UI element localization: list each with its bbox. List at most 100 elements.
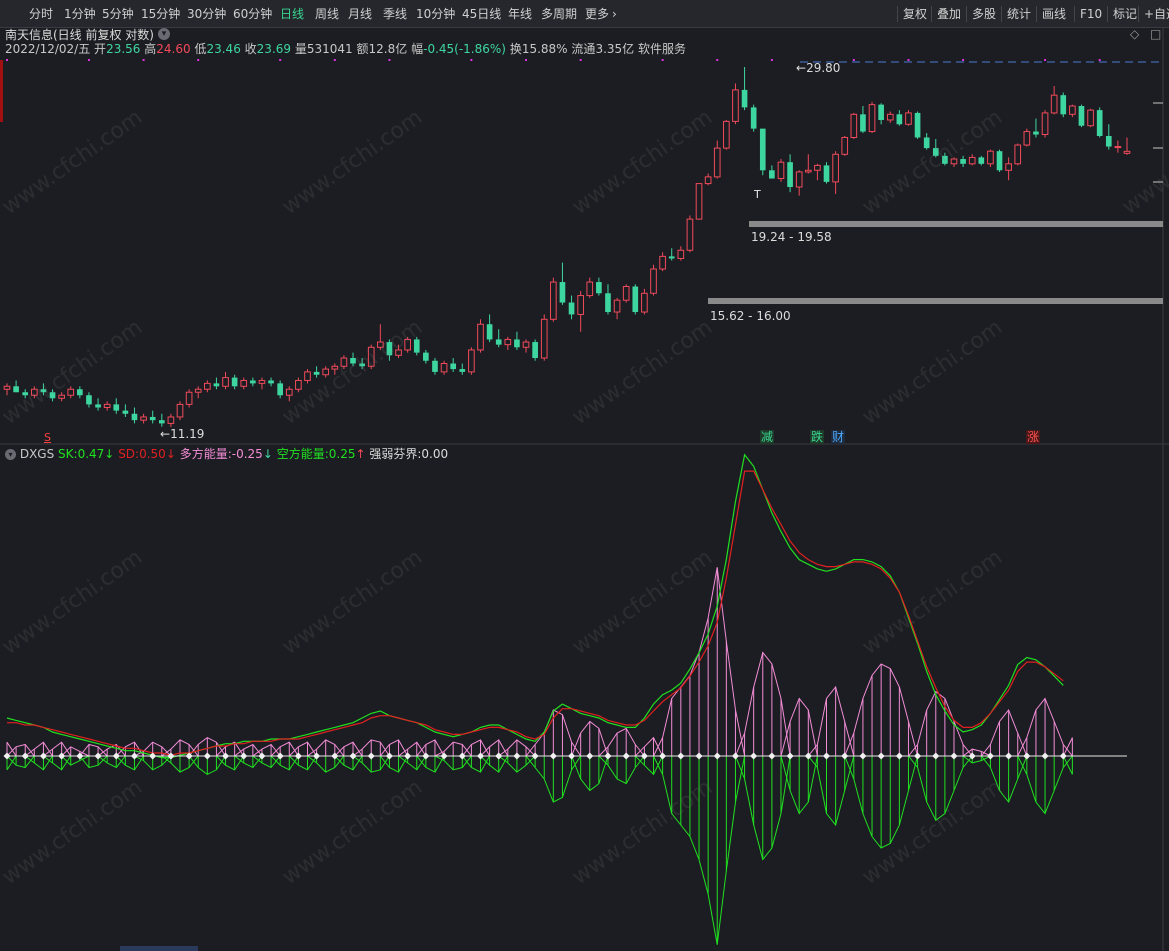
zero-diamond (841, 752, 849, 760)
zone-lower-label: 15.62 - 16.00 (710, 309, 791, 323)
candle-body-up (258, 379, 266, 384)
candle-body-down (1105, 135, 1112, 147)
candle-body-up (732, 89, 739, 122)
top-dot-marker (333, 59, 336, 61)
zero-diamond (731, 752, 739, 760)
candle-body-down (450, 363, 457, 370)
candle-body-up (477, 323, 484, 351)
top-dot-marker (142, 59, 145, 61)
event-tag-finance[interactable]: 财 (831, 430, 846, 444)
zero-diamond (422, 752, 430, 760)
zero-diamond (1005, 752, 1013, 760)
candle-body-down (896, 114, 903, 125)
zero-diamond (222, 752, 230, 760)
candle-body-down (86, 395, 92, 405)
zero-diamond (1023, 752, 1031, 760)
event-tag-drop[interactable]: 跌 (810, 430, 825, 444)
candle-body-down (95, 404, 101, 408)
candle-body-up (1014, 144, 1022, 165)
kong-value: 0.25 (328, 447, 356, 461)
candle-body-down (559, 282, 566, 303)
top-dot-marker (770, 59, 773, 61)
zone-upper-label: 19.24 - 19.58 (751, 230, 832, 244)
zero-diamond (768, 752, 776, 760)
candle-body-down (1033, 131, 1039, 135)
candle-body-down (769, 170, 775, 179)
indicator-name[interactable]: DXGS (20, 447, 54, 461)
candle-body-down (231, 377, 238, 387)
candle-body-up (777, 161, 785, 180)
candle-body-up (522, 341, 530, 348)
candle-body-up (968, 156, 976, 165)
candle-body-up (550, 281, 557, 320)
candle-body-down (960, 159, 966, 164)
candle-body-down (1060, 95, 1067, 115)
zero-diamond (513, 752, 521, 760)
zero-diamond (823, 752, 831, 760)
zero-diamond (877, 752, 885, 760)
top-dot-marker (388, 59, 391, 61)
event-tag-reduce[interactable]: 减 (760, 430, 775, 444)
zero-diamond (404, 752, 412, 760)
event-tag-rise[interactable]: 涨 (1026, 430, 1041, 444)
candle-body-down (668, 256, 675, 259)
zero-diamond (568, 752, 576, 760)
zero-diamond (203, 752, 211, 760)
candle-body-up (176, 403, 184, 418)
candle-body-up (1069, 105, 1076, 115)
candle-body-down (250, 380, 256, 384)
candle-body-up (1087, 109, 1094, 127)
candle-body-down (486, 324, 493, 340)
candle-body-up (140, 416, 147, 421)
candle-body-down (532, 342, 538, 359)
candle-body-down (759, 128, 766, 171)
candle-body-down (423, 352, 429, 361)
candle-body-up (841, 136, 849, 155)
top-dot-marker (579, 59, 582, 61)
zero-diamond (440, 752, 448, 760)
zero-diamond (695, 752, 703, 760)
candle-body-down (113, 404, 120, 411)
candle-body-down (860, 114, 866, 132)
candle-body-down (1096, 110, 1103, 136)
zero-diamond (1059, 752, 1067, 760)
zero-diamond (385, 752, 393, 760)
candle-body-up (886, 113, 894, 121)
zero-diamond (659, 752, 667, 760)
top-dot-marker (962, 59, 965, 61)
sk-value: 0.47 (77, 447, 105, 461)
zero-diamond (750, 752, 758, 760)
candle-body-up (723, 120, 730, 149)
kline-chart[interactable] (0, 0, 1169, 951)
candle-body-up (194, 388, 202, 393)
candle-body-down (996, 151, 1003, 171)
candle-body-down (823, 165, 830, 182)
top-dot-marker (6, 59, 8, 61)
candle-body-down (978, 157, 985, 164)
candle-body-up (304, 371, 311, 381)
candle-body-down (923, 137, 930, 149)
zero-diamond (240, 752, 248, 760)
candle-body-down (1078, 105, 1085, 126)
zero-diamond (313, 752, 321, 760)
candle-body-down (787, 162, 793, 187)
left-marker-bar (0, 60, 3, 122)
zero-diamond (367, 752, 375, 760)
top-dot-marker (525, 59, 528, 61)
candle-body-down (605, 293, 611, 313)
candle-body-up (167, 416, 175, 424)
indicator-menu-icon[interactable]: ▾ (5, 449, 16, 460)
zero-diamond (932, 752, 940, 760)
zone-bar-upper (749, 221, 1163, 227)
scrollbar-thumb (120, 946, 198, 951)
top-dot-marker (907, 59, 910, 61)
candle-body-down (741, 89, 748, 108)
candle-body-up (795, 171, 803, 188)
candle-body-down (149, 416, 156, 421)
zero-diamond (986, 752, 994, 760)
candle-body-up (295, 379, 302, 390)
candle-body-up (622, 286, 630, 301)
candle-body-down (122, 410, 129, 414)
candle-body-down (914, 112, 921, 138)
candle-body-up (868, 104, 876, 133)
